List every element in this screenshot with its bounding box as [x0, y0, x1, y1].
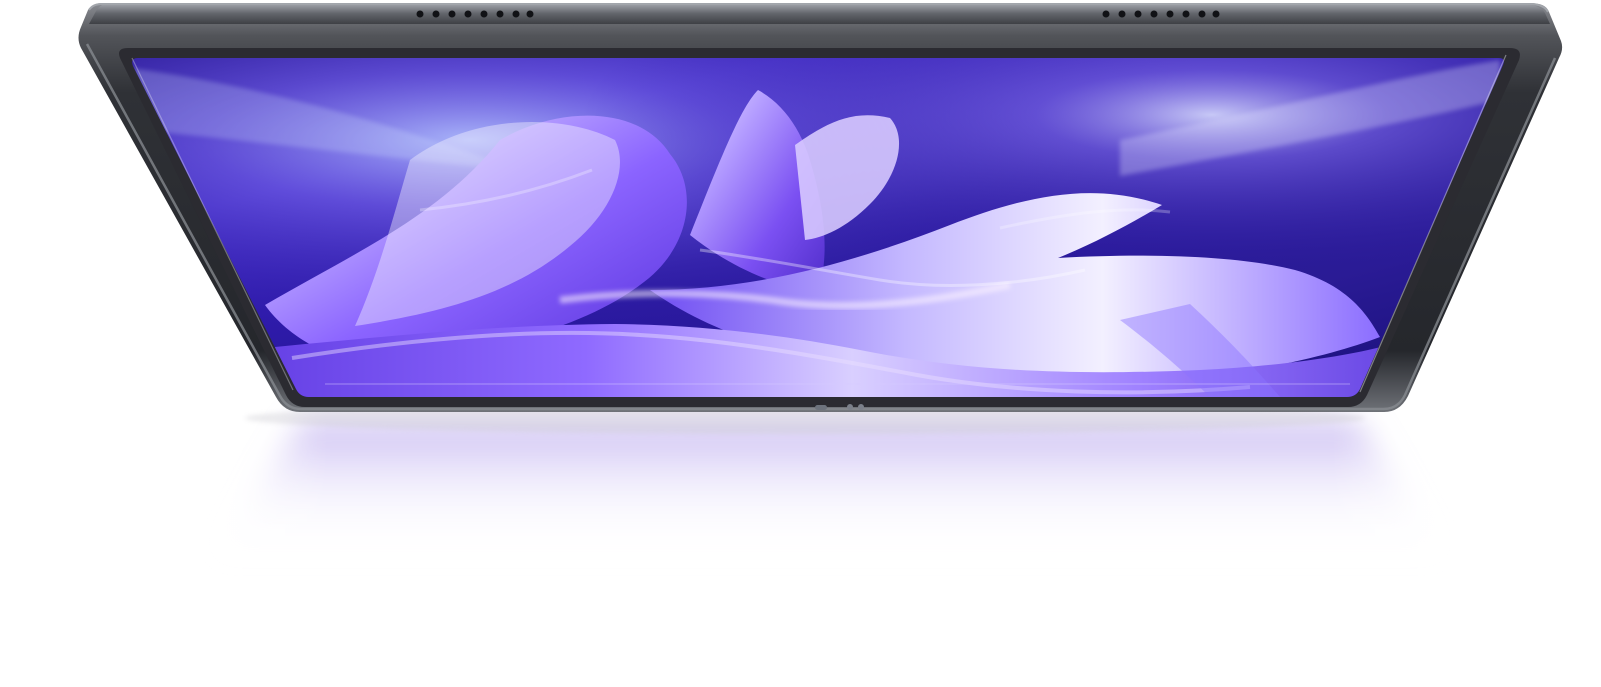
product-scene: [0, 0, 1601, 687]
tablet-screen: [132, 58, 1504, 397]
light-sensor-icon: [815, 405, 827, 410]
tablet-render: [78, 3, 1563, 590]
floor-reflection: [170, 402, 1490, 590]
front-camera-icon: [847, 404, 853, 410]
